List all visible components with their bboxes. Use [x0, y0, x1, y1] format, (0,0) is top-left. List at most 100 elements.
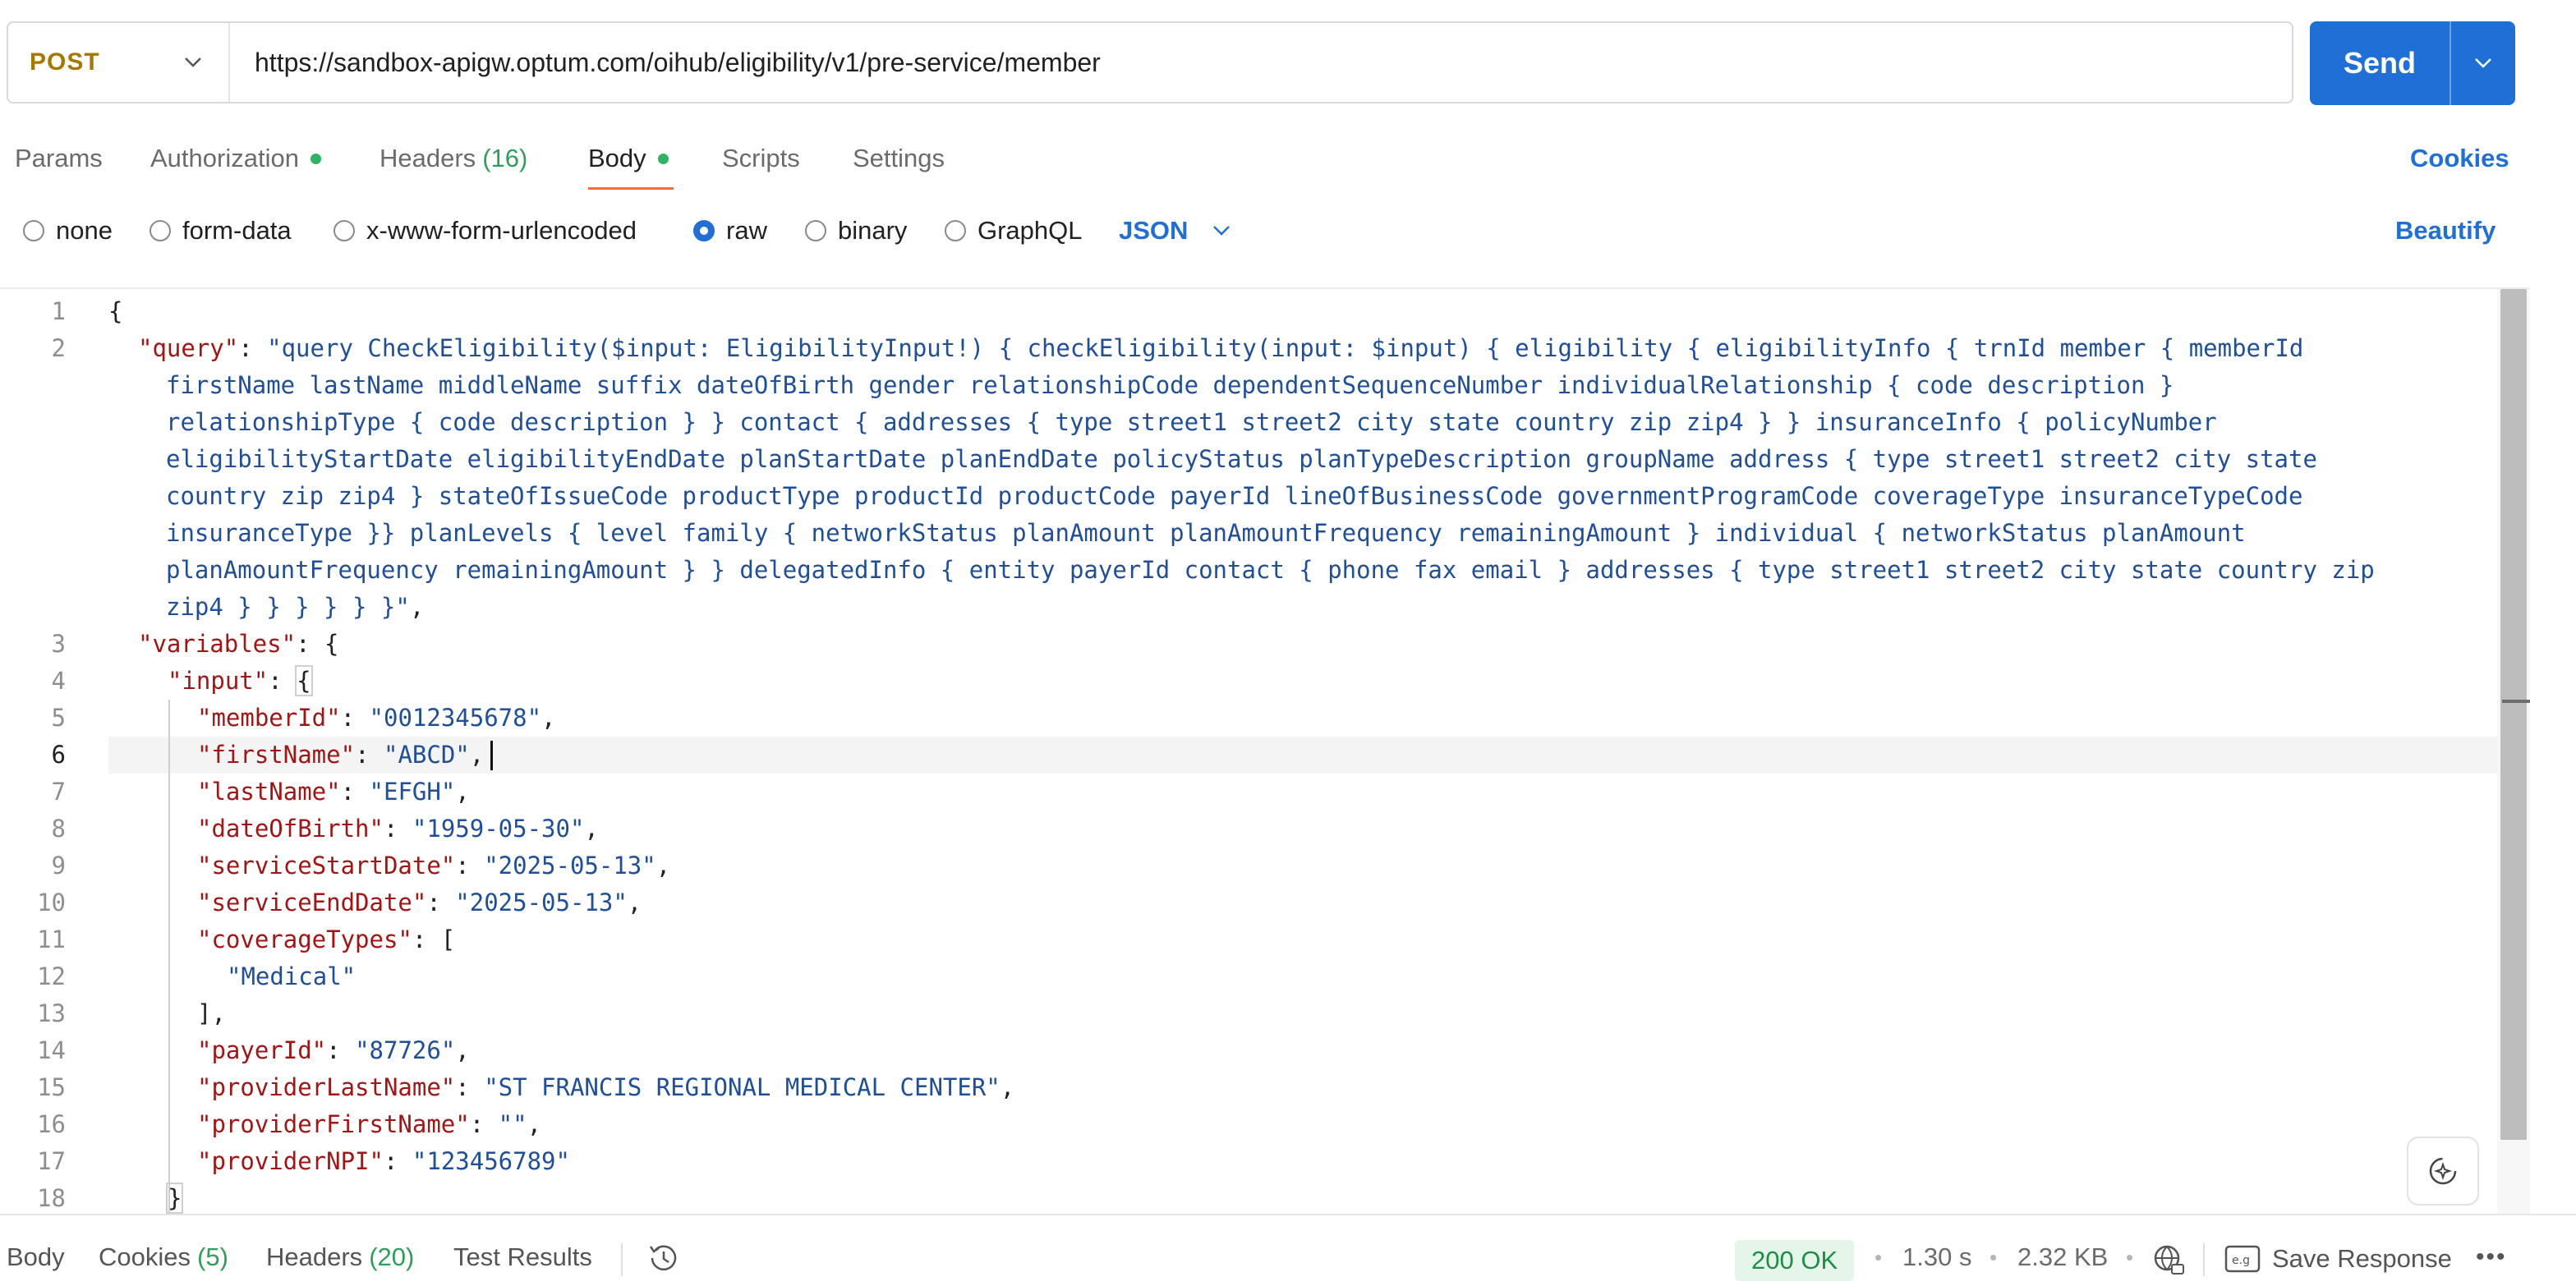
tab-label: Body	[7, 1242, 65, 1271]
json-key: "serviceStartDate"	[197, 852, 456, 880]
response-tab-test-results[interactable]: Test Results	[453, 1238, 592, 1276]
more-options-button[interactable]: •••	[2476, 1238, 2507, 1276]
json-string: "Medical"	[227, 962, 356, 990]
tab-label: Test Results	[453, 1242, 592, 1271]
tab-settings[interactable]: Settings	[853, 140, 945, 177]
json-string: eligibilityStartDate eligibilityEndDate …	[166, 445, 2317, 473]
json-key: "serviceEndDate"	[197, 889, 427, 916]
radio-label: none	[56, 216, 113, 245]
response-tab-body[interactable]: Body	[7, 1238, 65, 1276]
ai-assist-button[interactable]	[2407, 1137, 2479, 1206]
request-url-bar: POST https://sandbox-apigw.optum.com/oih…	[7, 21, 2293, 103]
code-line-wrap: insuranceType }} planLevels { level fami…	[166, 515, 2246, 552]
line-number-current: 6	[51, 741, 66, 769]
globe-lock-icon	[2154, 1245, 2184, 1275]
code-line-wrap: eligibilityStartDate eligibilityEndDate …	[166, 441, 2317, 478]
tab-headers[interactable]: Headers (16)	[380, 140, 527, 177]
tab-label: Scripts	[722, 144, 800, 172]
tab-count: (5)	[197, 1242, 228, 1271]
history-icon	[649, 1245, 677, 1271]
code-line: "input": {	[168, 665, 313, 696]
method-label: POST	[30, 48, 100, 76]
json-string: "2025-05-13"	[484, 852, 656, 880]
method-select[interactable]: POST	[8, 23, 230, 102]
response-bar: Body Cookies (5) Headers (20) Test Results…	[0, 1214, 2576, 1286]
send-options-button[interactable]	[2451, 21, 2515, 105]
json-string: zip4 } } } } } }"	[166, 593, 410, 621]
tab-authorization[interactable]: Authorization	[150, 140, 321, 177]
radio-circle-selected	[693, 220, 715, 241]
format-select[interactable]: JSON	[1119, 212, 1230, 250]
send-button-group: Send	[2310, 21, 2515, 105]
tab-count: (20)	[369, 1242, 415, 1271]
network-info-button[interactable]	[2150, 1242, 2187, 1282]
status-badge[interactable]: 200 OK	[1735, 1240, 1855, 1281]
line-number: 14	[37, 1036, 66, 1064]
radio-circle	[805, 220, 826, 241]
divider	[621, 1243, 623, 1276]
radio-raw[interactable]: raw	[693, 212, 767, 250]
code-editor[interactable]: 1 2 3 4 5 6 7 8 9 10 11 12 13 14 15 16 1…	[0, 287, 2530, 1214]
radio-label: form-data	[182, 216, 292, 245]
text-caret	[490, 741, 493, 770]
radio-label: GraphQL	[978, 216, 1083, 245]
send-button[interactable]: Send	[2310, 21, 2451, 105]
url-input[interactable]: https://sandbox-apigw.optum.com/oihub/el…	[230, 48, 1101, 78]
line-number: 7	[51, 778, 66, 806]
history-button[interactable]	[646, 1240, 682, 1280]
tab-params[interactable]: Params	[15, 140, 103, 177]
line-number: 13	[37, 999, 66, 1027]
separator-dot: •	[1874, 1244, 1883, 1270]
code-line: "memberId": "0012345678",	[197, 704, 556, 732]
more-icon: •••	[2476, 1243, 2507, 1270]
radio-binary[interactable]: binary	[805, 212, 907, 250]
response-size[interactable]: 2.32 KB	[2017, 1238, 2108, 1276]
tab-scripts[interactable]: Scripts	[722, 140, 800, 177]
radio-label: x-www-form-urlencoded	[366, 216, 637, 245]
json-string: "123456789"	[412, 1147, 570, 1175]
format-select-value: JSON	[1119, 216, 1189, 245]
line-number: 10	[37, 889, 66, 916]
json-string: relationshipType { code description } } …	[166, 408, 2217, 436]
code-line: "dateOfBirth": "1959-05-30",	[197, 815, 599, 843]
code-line: "coverageTypes": [	[197, 925, 456, 953]
radio-circle	[334, 220, 355, 241]
json-string: "87726"	[355, 1036, 456, 1064]
json-key: "memberId"	[197, 704, 341, 732]
status-dot	[657, 153, 669, 164]
code-line: {	[108, 293, 122, 330]
radio-circle	[945, 220, 966, 241]
radio-form-data[interactable]: form-data	[150, 212, 292, 250]
tab-count: (16)	[482, 144, 528, 172]
line-number: 5	[51, 704, 66, 732]
scrollbar-cursor-marker	[2502, 700, 2530, 703]
json-string: "0012345678"	[369, 704, 542, 732]
response-time[interactable]: 1.30 s	[1902, 1238, 1971, 1276]
indent-guide	[168, 700, 170, 1214]
json-string: country zip zip4 } stateOfIssueCode prod…	[166, 482, 2303, 510]
cookies-link[interactable]: Cookies	[2410, 140, 2509, 177]
json-key: "payerId"	[197, 1036, 327, 1064]
line-number: 4	[51, 667, 66, 695]
code-line-wrap: planAmountFrequency remainingAmount } } …	[166, 552, 2375, 589]
beautify-button[interactable]: Beautify	[2395, 212, 2496, 250]
svg-text:e.g: e.g	[2232, 1254, 2250, 1267]
radio-none[interactable]: none	[23, 212, 113, 250]
radio-graphql[interactable]: GraphQL	[945, 212, 1083, 250]
json-key: "lastName"	[197, 778, 341, 806]
json-key: "providerLastName"	[197, 1073, 456, 1101]
radio-urlencoded[interactable]: x-www-form-urlencoded	[334, 212, 637, 250]
save-response-button[interactable]: e.g Save Response	[2224, 1240, 2452, 1278]
response-tab-headers[interactable]: Headers (20)	[266, 1238, 414, 1276]
tab-label: Params	[15, 144, 103, 172]
json-key: "input"	[168, 667, 269, 695]
code-brace: {	[108, 297, 123, 325]
example-icon: e.g	[2224, 1245, 2261, 1273]
line-number: 18	[37, 1184, 66, 1212]
response-tab-cookies[interactable]: Cookies (5)	[99, 1238, 228, 1276]
tab-body[interactable]: Body	[588, 140, 669, 177]
code-line: "lastName": "EFGH",	[197, 778, 470, 806]
json-string: "query CheckEligibility($input: Eligibil…	[267, 334, 2304, 362]
radio-circle	[23, 220, 44, 241]
scrollbar-thumb[interactable]	[2500, 289, 2527, 1140]
